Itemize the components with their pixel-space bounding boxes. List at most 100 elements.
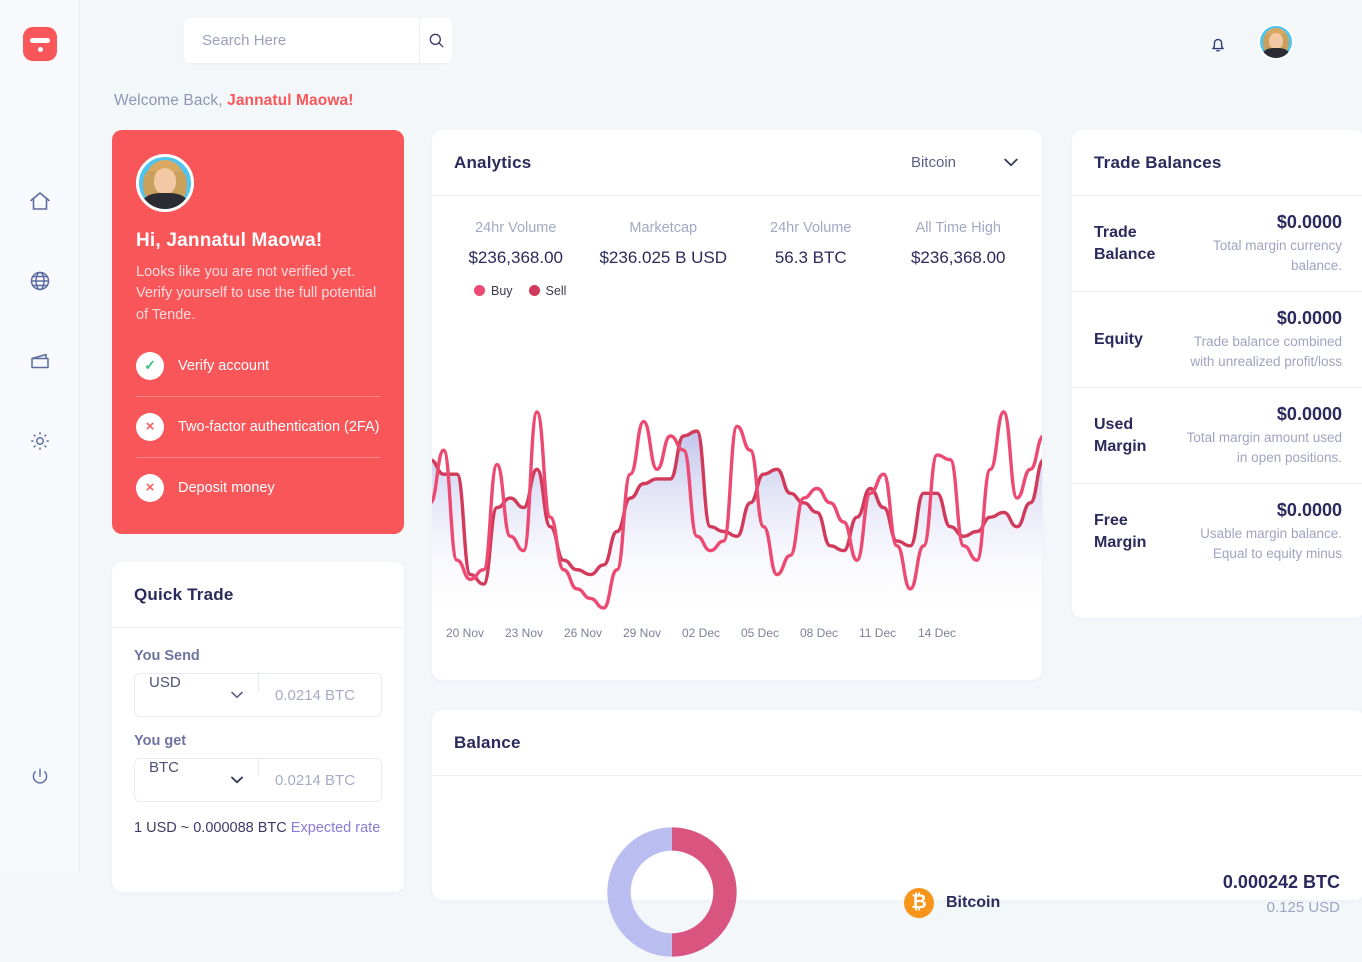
row-description: Trade balance combined with unrealized p… [1180,332,1342,371]
welcome-username: Jannatul Maowa! [227,92,353,109]
check-icon: ✓ [136,352,164,380]
row-values: $0.0000 Usable margin balance. Equal to … [1180,500,1342,563]
trade-balances-title: Trade Balances [1094,153,1222,173]
you-send-label: You Send [134,648,382,664]
row-description: Total margin currency balance. [1180,236,1342,275]
globe-icon [28,269,52,293]
welcome-prefix: Welcome Back, [114,92,227,109]
get-amount-input[interactable] [259,759,382,801]
task-label: Verify account [178,356,269,377]
send-currency-select[interactable]: USDBTCETHEUR [135,674,259,691]
task-verify-account[interactable]: ✓ Verify account [136,336,380,397]
close-icon: × [136,474,164,502]
you-send-row: USDBTCETHEUR [134,673,382,717]
avatar[interactable] [1258,24,1294,60]
balance-body: ₿ Bitcoin 0.000242 BTC 0.125 USD [432,776,1362,900]
sidebar-item-wallet[interactable] [23,344,57,378]
sidebar [0,0,80,872]
stat-value: $236,368.00 [448,246,584,270]
balance-amounts: 0.000242 BTC 0.125 USD [1223,872,1340,916]
send-currency-wrap: USDBTCETHEUR [135,674,259,716]
x-tick: 14 Dec [918,626,977,640]
logo-dot [38,47,43,52]
legend-item-buy: Buy [474,284,513,298]
chart-x-axis: 20 Nov23 Nov26 Nov29 Nov02 Dec05 Dec08 D… [432,626,1042,640]
task-deposit-money[interactable]: × Deposit money [136,458,380,518]
profile-greeting: Hi, Jannatul Maowa! [136,230,380,252]
search-input[interactable] [184,18,419,63]
equity-row: Equity $0.0000 Trade balance combined wi… [1072,292,1362,388]
row-values: $0.0000 Total margin currency balance. [1180,212,1342,275]
balance-coin-row: ₿ Bitcoin [904,888,1000,918]
task-two-factor-auth[interactable]: × Two-factor authentication (2FA) [136,397,380,458]
home-icon [28,189,52,213]
quick-trade-header: Quick Trade [112,562,404,628]
x-tick: 26 Nov [564,626,623,640]
notifications-button[interactable] [1204,30,1232,58]
bitcoin-icon: ₿ [904,888,934,918]
legend-label: Buy [491,284,513,298]
sidebar-item-globe[interactable] [23,264,57,298]
get-currency-wrap: USDBTCETHEUR [135,759,259,801]
chevron-down-icon [1004,158,1018,167]
balance-amount-usd: 0.125 USD [1223,899,1340,916]
x-tick: 29 Nov [623,626,682,640]
chart-legend: Buy Sell [432,270,1042,298]
gear-icon [28,429,52,453]
search-icon [427,31,446,50]
stat-all-time-high: All Time High $236,368.00 [885,218,1033,270]
free-margin-row: Free Margin $0.0000 Usable margin balanc… [1072,484,1362,579]
legend-label: Sell [546,284,567,298]
row-name: Trade Balance [1094,222,1170,265]
profile-avatar-image [139,157,191,209]
stat-label: 24hr Volume [448,218,584,239]
x-tick: 20 Nov [446,626,505,640]
sidebar-item-logout[interactable] [23,760,57,794]
balance-header: Balance [432,710,1362,776]
sidebar-item-home[interactable] [23,184,57,218]
logo-bar [30,38,50,43]
profile-description: Looks like you are not verified yet. Ver… [136,262,380,326]
task-label: Deposit money [178,478,275,499]
bell-icon [1207,33,1229,55]
search-button[interactable] [419,18,452,63]
stat-value: $236,368.00 [891,246,1027,270]
row-amount: $0.0000 [1180,308,1342,329]
wallet-icon [28,349,52,373]
balance-title: Balance [454,733,521,753]
profile-verification-card: Hi, Jannatul Maowa! Looks like you are n… [112,130,404,534]
expected-rate-link[interactable]: Expected rate [291,820,380,836]
row-amount: $0.0000 [1180,404,1342,425]
get-currency-select[interactable]: USDBTCETHEUR [135,759,259,776]
tende-logo[interactable] [23,27,57,61]
chevron-down-icon [231,776,243,784]
analytics-line-chart: 20 Nov23 Nov26 Nov29 Nov02 Dec05 Dec08 D… [432,400,1042,680]
verification-task-list: ✓ Verify account × Two-factor authentica… [136,336,380,518]
x-tick: 05 Dec [741,626,800,640]
row-amount: $0.0000 [1180,500,1342,521]
stat-value: $236.025 B USD [596,246,732,270]
coin-dropdown[interactable]: Bitcoin [911,154,1020,171]
coin-dropdown-value: Bitcoin [911,154,956,171]
trade-balance-row: Trade Balance $0.0000 Total margin curre… [1072,196,1362,292]
quick-trade-title: Quick Trade [134,585,234,605]
quick-trade-body: You Send USDBTCETHEUR You get USDBTCETHE… [112,628,404,839]
close-icon: × [136,413,164,441]
avatar-image [1260,26,1292,58]
stat-marketcap: Marketcap $236.025 B USD [590,218,738,270]
stat-label: 24hr Volume [743,218,879,239]
used-margin-row: Used Margin $0.0000 Total margin amount … [1072,388,1362,484]
row-values: $0.0000 Total margin amount used in open… [1180,404,1342,467]
analytics-header: Analytics Bitcoin [432,130,1042,196]
row-name: Used Margin [1094,414,1170,457]
sidebar-item-settings[interactable] [23,424,57,458]
balance-amount-btc: 0.000242 BTC [1223,872,1340,893]
send-amount-input[interactable] [259,674,382,716]
x-tick: 08 Dec [800,626,859,640]
row-description: Usable margin balance. Equal to equity m… [1180,524,1342,563]
row-name: Free Margin [1094,510,1170,553]
analytics-stats: 24hr Volume $236,368.00 Marketcap $236.0… [432,196,1042,270]
legend-dot [474,285,485,296]
chart-svg [432,400,1042,620]
x-tick: 11 Dec [859,626,918,640]
